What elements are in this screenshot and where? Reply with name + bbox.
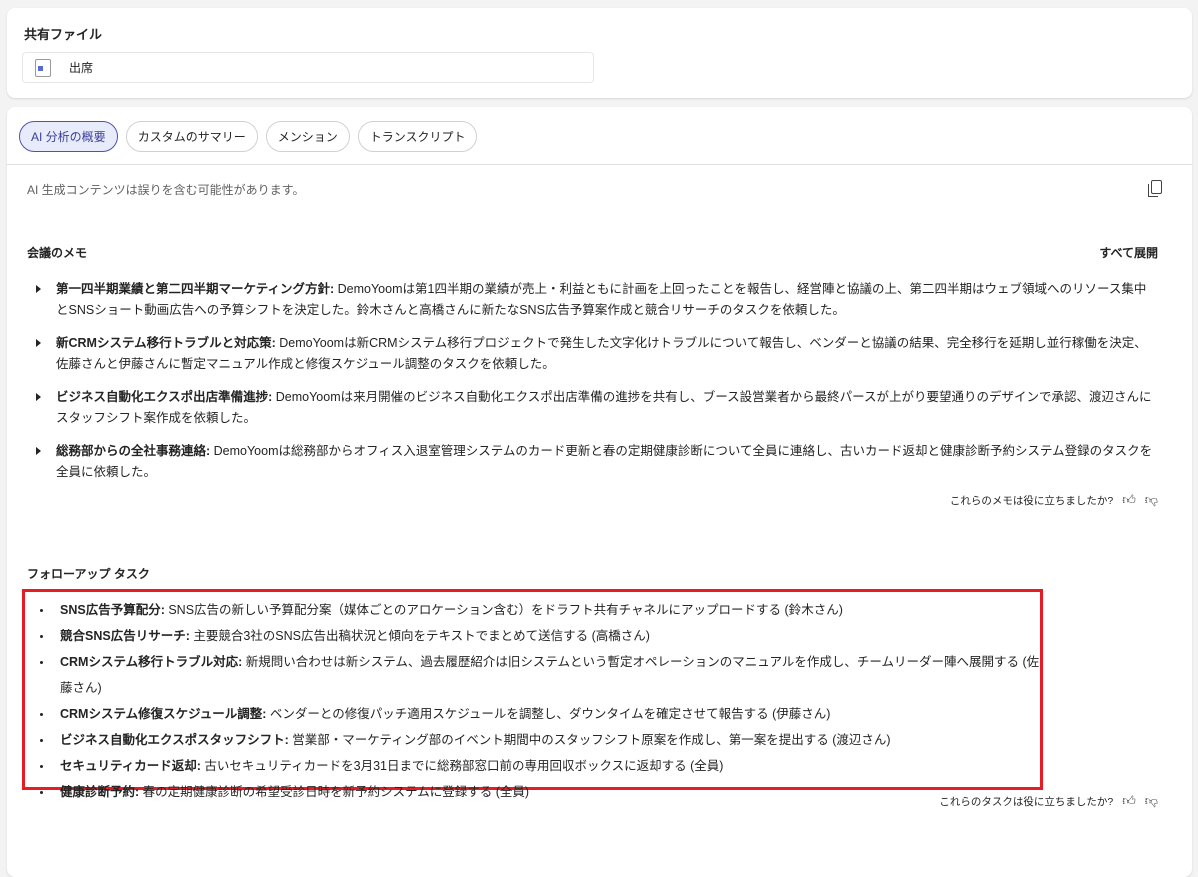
tasks-title: フォローアップ タスク bbox=[27, 567, 150, 581]
notes-feedback: これらのメモは役に立ちましたか? 👍︎ 👎︎ bbox=[950, 492, 1158, 508]
task-item: セキュリティカード返却: 古いセキュリティカードを3月31日までに総務部窓口前の… bbox=[35, 753, 1040, 779]
task-title: CRMシステム移行トラブル対応: bbox=[60, 655, 243, 669]
expand-all-button[interactable]: すべて展開 bbox=[1099, 244, 1158, 261]
note-title: 新CRMシステム移行トラブルと対応策: bbox=[56, 336, 276, 350]
note-title: 第一四半期業績と第二四半期マーケティング方針: bbox=[56, 282, 335, 296]
note-item[interactable]: ビジネス自動化エクスポ出店準備進捗: DemoYoomは来月開催のビジネス自動化… bbox=[33, 387, 1158, 429]
thumbs-up-icon[interactable]: 👍︎ bbox=[1122, 793, 1136, 809]
task-text: ベンダーとの修復パッチ適用スケジュールを調整し、ダウンタイムを確定させて報告する… bbox=[266, 707, 831, 721]
task-item: 競合SNS広告リサーチ: 主要競合3社のSNS広告出稿状況と傾向をテキストでまと… bbox=[35, 623, 1040, 649]
note-item[interactable]: 第一四半期業績と第二四半期マーケティング方針: DemoYoomは第1四半期の業… bbox=[33, 279, 1158, 321]
divider bbox=[7, 164, 1192, 165]
task-item: CRMシステム移行トラブル対応: 新規問い合わせは新システム、過去履歴紹介は旧シ… bbox=[35, 649, 1040, 701]
tab-custom-summary[interactable]: カスタムのサマリー bbox=[125, 121, 258, 152]
task-item: 健康診断予約: 春の定期健康診断の希望受診日時を新予約システムに登録する (全員… bbox=[35, 779, 1040, 805]
tab-mentions[interactable]: メンション bbox=[265, 121, 350, 152]
shared-file-item[interactable]: 出席 bbox=[22, 52, 594, 83]
thumbs-up-icon[interactable]: 👍︎ bbox=[1122, 492, 1136, 508]
tab-ai-overview[interactable]: AI 分析の概要 bbox=[19, 121, 118, 152]
task-title: 競合SNS広告リサーチ: bbox=[60, 629, 190, 643]
note-item[interactable]: 新CRMシステム移行トラブルと対応策: DemoYoomは新CRMシステム移行プ… bbox=[33, 333, 1158, 375]
task-text: 春の定期健康診断の希望受診日時を新予約システムに登録する (全員) bbox=[139, 785, 530, 799]
task-text: 古いセキュリティカードを3月31日までに総務部窓口前の専用回収ボックスに返却する… bbox=[200, 759, 724, 773]
feedback-question: これらのタスクは役に立ちましたか? bbox=[939, 795, 1114, 808]
notes-title: 会議のメモ bbox=[27, 246, 88, 260]
ai-disclaimer: AI 生成コンテンツは誤りを含む可能性があります。 bbox=[27, 183, 305, 197]
tasks-feedback: これらのタスクは役に立ちましたか? 👍︎ 👎︎ bbox=[939, 793, 1158, 809]
note-item[interactable]: 総務部からの全社事務連絡: DemoYoomは総務部からオフィス入退室管理システ… bbox=[33, 441, 1158, 483]
feedback-question: これらのメモは役に立ちましたか? bbox=[949, 494, 1114, 507]
copy-icon[interactable] bbox=[1148, 180, 1162, 197]
task-item: SNS広告予算配分: SNS広告の新しい予算配分案（媒体ごとのアロケーション含む… bbox=[35, 597, 1040, 623]
file-name: 出席 bbox=[69, 61, 94, 75]
note-title: 総務部からの全社事務連絡: bbox=[56, 444, 211, 458]
task-title: セキュリティカード返却: bbox=[60, 759, 201, 773]
thumbs-down-icon[interactable]: 👎︎ bbox=[1145, 793, 1158, 809]
task-text: 主要競合3社のSNS広告出稿状況と傾向をテキストでまとめて送信する (高橋さん) bbox=[189, 629, 650, 643]
notes-list: 第一四半期業績と第二四半期マーケティング方針: DemoYoomは第1四半期の業… bbox=[33, 279, 1158, 495]
task-title: 健康診断予約: bbox=[60, 785, 140, 799]
task-text: SNS広告の新しい予算配分案（媒体ごとのアロケーション含む）をドラフト共有チャネ… bbox=[164, 603, 843, 617]
task-title: CRMシステム修復スケジュール調整: bbox=[60, 707, 267, 721]
note-title: ビジネス自動化エクスポ出店準備進捗: bbox=[56, 390, 273, 404]
tab-transcript[interactable]: トランスクリプト bbox=[357, 121, 478, 152]
task-text: 営業部・マーケティング部のイベント期間中のスタッフシフト原案を作成し、第一案を提… bbox=[288, 733, 891, 747]
task-title: SNS広告予算配分: bbox=[60, 603, 165, 617]
summary-card: AI 分析の概要 カスタムのサマリー メンション トランスクリプト AI 生成コ… bbox=[7, 107, 1192, 877]
task-item: CRMシステム修復スケジュール調整: ベンダーとの修復パッチ適用スケジュールを調… bbox=[35, 701, 1040, 727]
task-title: ビジネス自動化エクスポスタッフシフト: bbox=[60, 733, 289, 747]
thumbs-down-icon[interactable]: 👎︎ bbox=[1145, 492, 1158, 508]
note-text: DemoYoomは総務部からオフィス入退室管理システムのカード更新と春の定期健康… bbox=[56, 444, 1153, 479]
shared-files-title: 共有ファイル bbox=[24, 27, 103, 42]
shared-files-card: 共有ファイル 出席 bbox=[7, 8, 1192, 98]
tab-bar: AI 分析の概要 カスタムのサマリー メンション トランスクリプト bbox=[19, 121, 478, 152]
tasks-highlight-box: SNS広告予算配分: SNS広告の新しい予算配分案（媒体ごとのアロケーション含む… bbox=[22, 589, 1043, 799]
task-item: ビジネス自動化エクスポスタッフシフト: 営業部・マーケティング部のイベント期間中… bbox=[35, 727, 1040, 753]
tasks-list: SNS広告予算配分: SNS広告の新しい予算配分案（媒体ごとのアロケーション含む… bbox=[35, 597, 1040, 805]
document-icon bbox=[35, 58, 51, 77]
